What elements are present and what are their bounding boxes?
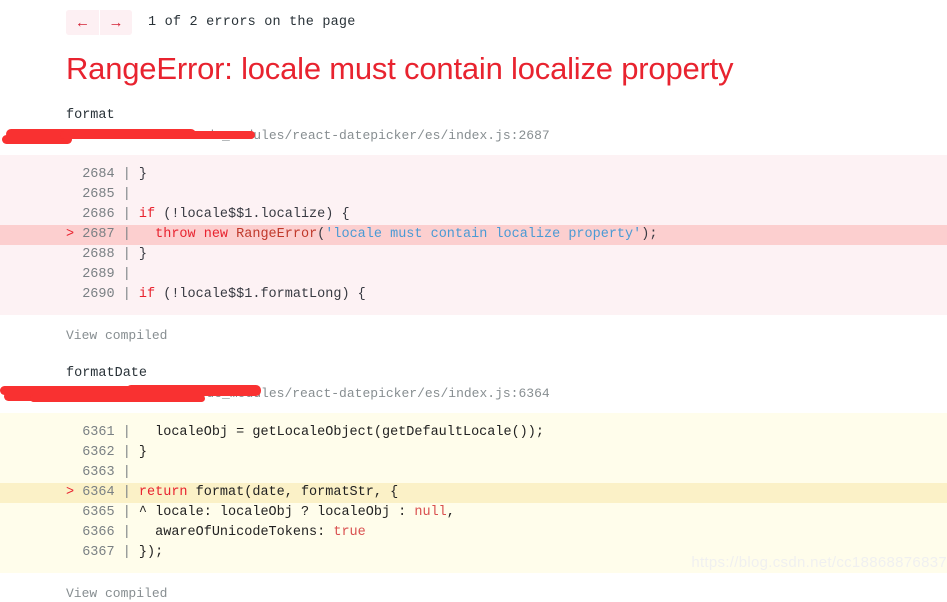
next-error-button[interactable]: → xyxy=(99,9,132,35)
error-navigation: ← → 1 of 2 errors on the page xyxy=(0,0,947,38)
arrow-left-icon: ← xyxy=(75,13,90,31)
redaction-stroke xyxy=(0,386,188,396)
code-line: 2688 | } xyxy=(66,247,148,263)
watermark: https://blog.csdn.net/cc18868876837 xyxy=(691,554,947,571)
code-line: 6361 | localeObj = getLocaleObject(getDe… xyxy=(66,425,544,441)
view-compiled-link[interactable]: View compiled xyxy=(0,328,167,343)
previous-error-button[interactable]: ← xyxy=(66,9,99,35)
code-line: 6362 | } xyxy=(66,445,148,461)
code-line: 2684 | } xyxy=(66,167,148,183)
frame-location-path: /node_modules/react-datepicker/es/index.… xyxy=(183,128,550,144)
redaction-stroke xyxy=(4,392,204,402)
redaction-stroke xyxy=(30,395,205,403)
frame-function-name: formatDate xyxy=(66,366,148,382)
frame-location-path: /node_modules/react-datepicker/es/index.… xyxy=(183,386,550,402)
code-line: 6365 | ^ locale: localeObj ? localeObj :… xyxy=(66,505,455,521)
react-error-overlay: ← → 1 of 2 errors on the page RangeError… xyxy=(0,0,947,601)
frame-function-name: format xyxy=(66,108,115,124)
source-code-snippet: 6361 | localeObj = getLocaleObject(getDe… xyxy=(0,413,947,574)
code-line: 2686 | if (!locale$$1.localize) { xyxy=(66,207,350,223)
error-count-text: 1 of 2 errors on the page xyxy=(148,14,356,30)
code-line: 6363 | xyxy=(66,465,139,481)
arrow-right-icon: → xyxy=(108,13,124,31)
code-line: 2690 | if (!locale$$1.formatLong) { xyxy=(66,287,366,303)
code-line: 2689 | xyxy=(66,267,139,283)
redaction-stroke xyxy=(6,129,196,140)
stack-frame: format /Users/name/app/node_modules/reac… xyxy=(0,108,947,344)
nav-button-group: ← → xyxy=(66,9,132,35)
frame-location[interactable]: /Users/name/app/node_modules/react-datep… xyxy=(0,385,947,403)
code-line: 6366 | awareOfUnicodeTokens: true xyxy=(66,525,366,541)
code-line-error: > 6364 | return format(date, formatStr, … xyxy=(0,483,947,504)
redaction-stroke xyxy=(2,135,72,145)
source-code-snippet: 2684 | } 2685 | 2686 | if (!locale$$1.lo… xyxy=(0,155,947,316)
error-title: RangeError: locale must contain localize… xyxy=(66,51,734,86)
view-compiled-link[interactable]: View compiled xyxy=(0,586,167,601)
frame-location[interactable]: /Users/name/app/node_modules/react-datep… xyxy=(0,127,947,145)
code-line-error: > 2687 | throw new RangeError('locale mu… xyxy=(0,225,947,246)
code-line: 2685 | xyxy=(66,187,139,203)
